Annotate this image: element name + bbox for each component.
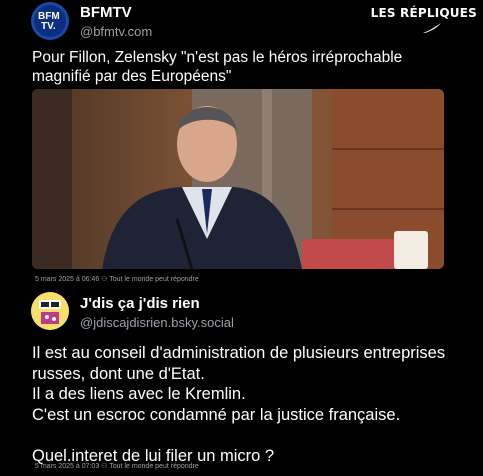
brand-label: LES RÉPLIQUES <box>370 6 477 20</box>
author-handle[interactable]: @jdiscajdisrien.bsky.social <box>80 315 234 330</box>
photo-illustration <box>32 89 444 269</box>
post-text: Il est au conseil d'administration de pl… <box>32 343 477 466</box>
avatar-text: TV. <box>41 21 56 32</box>
avatar-illustration <box>31 292 69 330</box>
text-line <box>32 425 477 446</box>
author-name[interactable]: J'dis ça j'dis rien <box>80 295 200 312</box>
author-name[interactable]: BFMTV <box>80 4 132 21</box>
text-line: Il est au conseil d'administration de pl… <box>32 344 446 362</box>
post-image[interactable] <box>32 89 444 269</box>
post-meta: 5 mars 2025 à 06:46 ⚇ Tout le monde peut… <box>35 276 199 283</box>
text-line: C'est un escroc condamné par la justice … <box>32 405 401 424</box>
avatar[interactable]: BFM TV. <box>31 2 69 40</box>
post-meta: 5 mars 2025 à 07:03 ⚇ Tout le monde peut… <box>35 463 199 470</box>
avatar[interactable] <box>31 292 69 330</box>
quill-icon <box>422 23 441 33</box>
brand-logo: LES RÉPLIQUES <box>371 6 477 34</box>
text-line: Il a des liens avec le Kremlin. <box>32 385 246 403</box>
text-line: russes, dont une d'Etat. <box>32 364 205 383</box>
author-handle[interactable]: @bfmtv.com <box>80 24 152 39</box>
post-text: Pour Fillon, Zelensky "n'est pas le héro… <box>32 49 403 85</box>
